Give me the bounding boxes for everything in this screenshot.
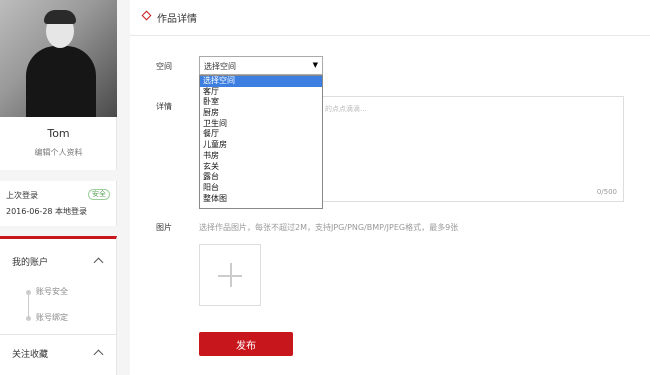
space-label: 空间 <box>156 62 172 71</box>
chevron-up-icon[interactable] <box>93 349 104 360</box>
avatar-figure-hair <box>44 10 76 24</box>
option-kitchen[interactable]: 厨房 <box>200 108 322 119</box>
option-living-room[interactable]: 客厅 <box>200 87 322 98</box>
username: Tom <box>47 127 70 140</box>
option-entrance[interactable]: 玄关 <box>200 162 322 173</box>
main-panel: 作品详情 空间 详情 图片 的点点滴滴... 0/500 选择空间 ▼ 选择空间… <box>130 0 650 375</box>
menu-favorites[interactable]: 关注收藏 <box>12 347 48 360</box>
security-badge: 安全 <box>88 189 110 200</box>
char-counter: 0/500 <box>596 188 617 196</box>
option-kids-room[interactable]: 儿童房 <box>200 140 322 151</box>
edit-profile-link[interactable]: 编辑个人资料 <box>0 147 117 158</box>
option-terrace[interactable]: 露台 <box>200 172 322 183</box>
last-login-info: 2016-06-28 本地登录 <box>6 207 88 216</box>
page: Tom 编辑个人资料 上次登录 安全 2016-06-28 本地登录 我的账户 … <box>0 0 650 375</box>
last-login-box: 上次登录 安全 2016-06-28 本地登录 <box>0 181 117 226</box>
plus-icon-vertical <box>230 263 232 287</box>
detail-placeholder: 的点点滴滴... <box>325 105 367 113</box>
image-hint: 选择作品图片，每张不超过2M，支持JPG/PNG/BMP/JPEG格式，最多9张 <box>199 223 459 232</box>
dropdown-arrow-icon[interactable]: ▼ <box>313 61 318 69</box>
menu-divider <box>0 334 116 335</box>
image-label: 图片 <box>156 223 172 232</box>
section-header: 作品详情 <box>130 0 650 36</box>
space-select-value: 选择空间 <box>204 62 236 71</box>
last-login-label: 上次登录 <box>6 191 38 200</box>
menu-my-account[interactable]: 我的账户 <box>12 255 48 268</box>
menu-item-account-security[interactable]: 账号安全 <box>36 286 68 297</box>
publish-button[interactable]: 发布 <box>199 332 293 356</box>
chevron-up-icon[interactable] <box>93 257 104 268</box>
sidebar: Tom 编辑个人资料 上次登录 安全 2016-06-28 本地登录 我的账户 … <box>0 0 117 375</box>
menu-item-account-binding[interactable]: 账号绑定 <box>36 312 68 323</box>
menu-dot-icon <box>26 290 31 295</box>
image-upload-box[interactable] <box>199 244 261 306</box>
option-study[interactable]: 书房 <box>200 151 322 162</box>
option-balcony[interactable]: 阳台 <box>200 183 322 194</box>
page-title: 作品详情 <box>157 14 197 25</box>
profile-card: Tom 编辑个人资料 <box>0 0 117 170</box>
avatar-figure-body <box>26 46 96 117</box>
detail-label: 详情 <box>156 102 172 111</box>
option-select-space[interactable]: 选择空间 <box>200 76 322 87</box>
diamond-icon <box>141 10 152 21</box>
option-bedroom[interactable]: 卧室 <box>200 97 322 108</box>
option-bathroom[interactable]: 卫生间 <box>200 119 322 130</box>
option-overall[interactable]: 整体图 <box>200 194 322 205</box>
avatar[interactable] <box>0 0 117 117</box>
space-dropdown-list: 选择空间 客厅 卧室 厨房 卫生间 餐厅 儿童房 书房 玄关 露台 阳台 整体图 <box>199 75 323 209</box>
space-select[interactable]: 选择空间 ▼ <box>199 56 323 75</box>
account-menu: 我的账户 账号安全 账号绑定 关注收藏 <box>0 236 117 375</box>
option-dining-room[interactable]: 餐厅 <box>200 129 322 140</box>
menu-dot-icon <box>26 316 31 321</box>
